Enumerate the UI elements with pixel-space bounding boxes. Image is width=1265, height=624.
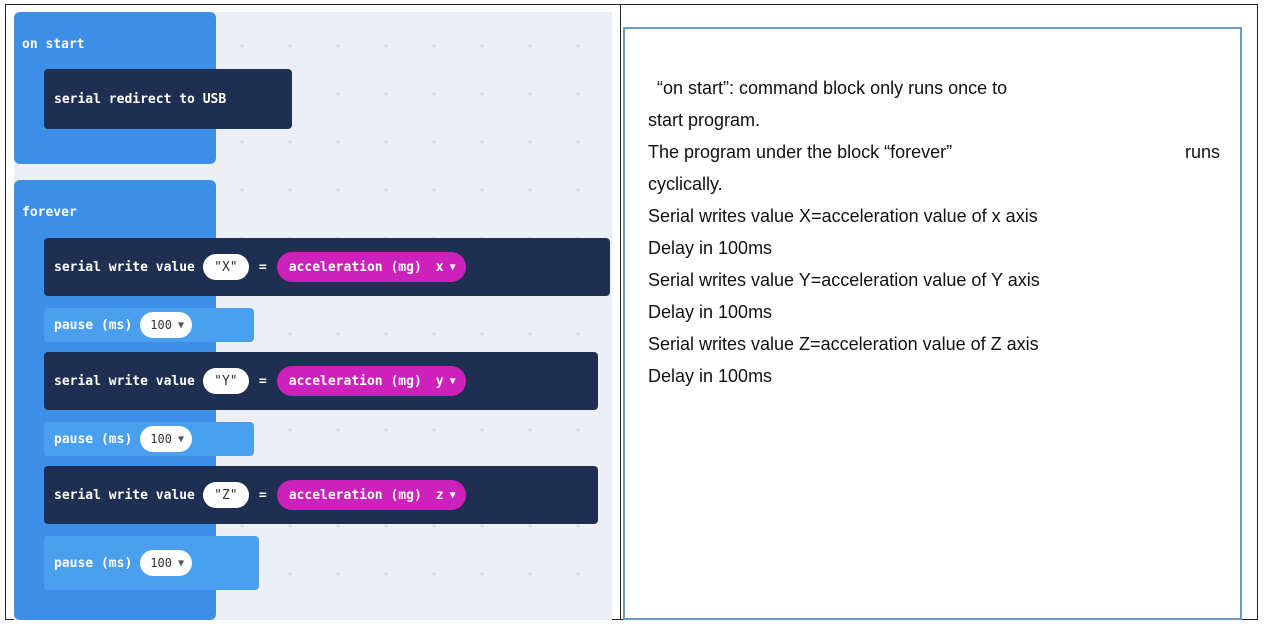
caret-down-icon: ▼	[449, 489, 456, 501]
serial-write-x-block[interactable]: serial write value "X" = acceleration (m…	[44, 238, 610, 296]
name-y-input[interactable]: "Y"	[202, 368, 249, 394]
desc-line-9: Serial writes value Z=acceleration value…	[648, 334, 1039, 354]
caret-down-icon: ▼	[449, 261, 456, 273]
desc-line-5: Serial writes value X=acceleration value…	[648, 206, 1038, 226]
name-z-input[interactable]: "Z"	[202, 482, 249, 508]
serial-write-label: serial write value	[54, 259, 195, 275]
name-x-input[interactable]: "X"	[202, 254, 249, 280]
caret-down-icon: ▼	[449, 375, 456, 387]
acceleration-x-dropdown[interactable]: acceleration (mg) x ▼	[276, 252, 466, 282]
caret-down-icon: ▼	[177, 319, 184, 331]
pause-value: 100	[150, 556, 172, 570]
desc-line-10: Delay in 100ms	[648, 366, 773, 386]
forever-label: forever	[22, 205, 77, 220]
serial-write-y-block[interactable]: serial write value "Y" = acceleration (m…	[44, 352, 598, 410]
pause-value-dropdown-3[interactable]: 100 ▼	[140, 550, 192, 576]
description-text: “on start”: command block only runs once…	[648, 72, 1220, 392]
serial-redirect-block[interactable]: serial redirect to USB	[44, 69, 292, 129]
makecode-workspace[interactable]: on start serial redirect to USB forever …	[14, 12, 612, 620]
pause-block-1[interactable]: pause (ms) 100 ▼	[44, 308, 254, 342]
pause-label: pause (ms)	[54, 555, 133, 571]
acceleration-label: acceleration (mg)	[288, 487, 422, 503]
pause-value-dropdown-2[interactable]: 100 ▼	[140, 426, 192, 452]
pause-value: 100	[150, 318, 172, 332]
pause-value-dropdown-1[interactable]: 100 ▼	[140, 312, 192, 338]
desc-line-8: Delay in 100ms	[648, 302, 773, 322]
caret-down-icon: ▼	[177, 557, 184, 569]
on-start-label: on start	[22, 37, 85, 52]
desc-line-6: Delay in 100ms	[648, 238, 773, 258]
acceleration-y-dropdown[interactable]: acceleration (mg) y ▼	[276, 366, 466, 396]
acceleration-label: acceleration (mg)	[288, 259, 422, 275]
equals-sign: =	[258, 259, 267, 275]
table-divider	[620, 4, 621, 620]
axis-y-value: y	[435, 373, 444, 389]
desc-line-4: cyclically.	[648, 174, 723, 194]
pause-label: pause (ms)	[54, 317, 133, 333]
desc-line-7: Serial writes value Y=acceleration value…	[648, 270, 1040, 290]
serial-redirect-label: serial redirect to USB	[54, 91, 227, 107]
acceleration-z-dropdown[interactable]: acceleration (mg) z ▼	[276, 480, 466, 510]
caret-down-icon: ▼	[177, 433, 184, 445]
acceleration-label: acceleration (mg)	[288, 373, 422, 389]
axis-x-value: x	[435, 259, 444, 275]
equals-sign: =	[258, 373, 267, 389]
desc-line-2: start program.	[648, 110, 761, 130]
axis-z-value: z	[435, 487, 444, 503]
pause-block-2[interactable]: pause (ms) 100 ▼	[44, 422, 254, 456]
serial-write-z-block[interactable]: serial write value "Z" = acceleration (m…	[44, 466, 598, 524]
serial-write-label: serial write value	[54, 487, 195, 503]
pause-value: 100	[150, 432, 172, 446]
desc-line-1: “on start”: command block only runs once…	[657, 78, 1008, 98]
serial-write-label: serial write value	[54, 373, 195, 389]
equals-sign: =	[258, 487, 267, 503]
desc-line-3: The program under the block “forever” run…	[648, 142, 1220, 162]
pause-label: pause (ms)	[54, 431, 133, 447]
pause-block-3[interactable]: pause (ms) 100 ▼	[44, 536, 259, 590]
